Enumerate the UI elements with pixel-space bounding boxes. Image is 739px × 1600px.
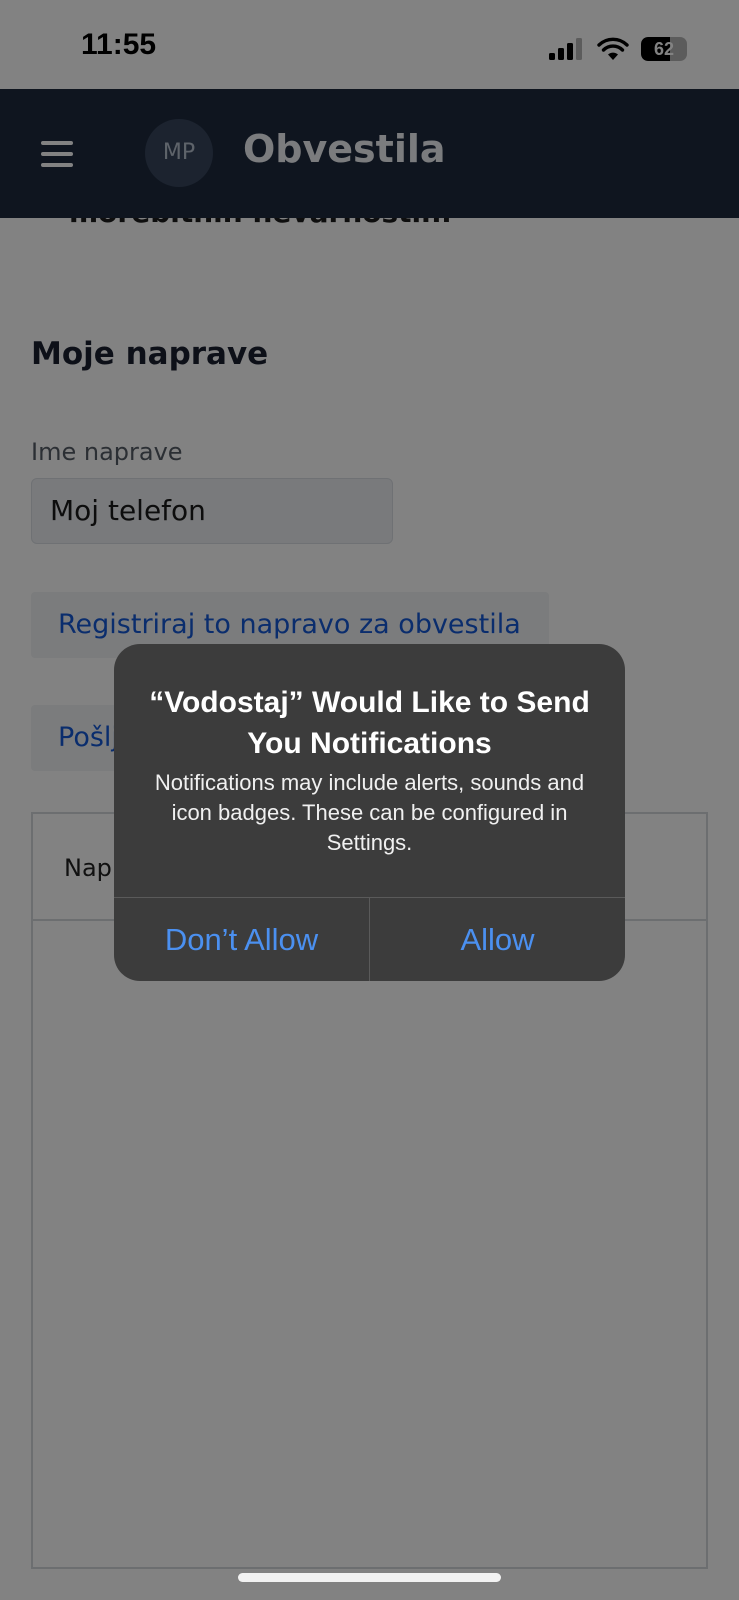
- dont-allow-button[interactable]: Don’t Allow: [114, 898, 369, 981]
- notification-permission-alert: “Vodostaj” Would Like to Send You Notifi…: [114, 644, 625, 981]
- alert-title: “Vodostaj” Would Like to Send You Notifi…: [149, 686, 590, 760]
- home-indicator[interactable]: [238, 1573, 501, 1582]
- alert-message: Notifications may include alerts, sounds…: [154, 770, 585, 855]
- allow-button[interactable]: Allow: [370, 898, 625, 981]
